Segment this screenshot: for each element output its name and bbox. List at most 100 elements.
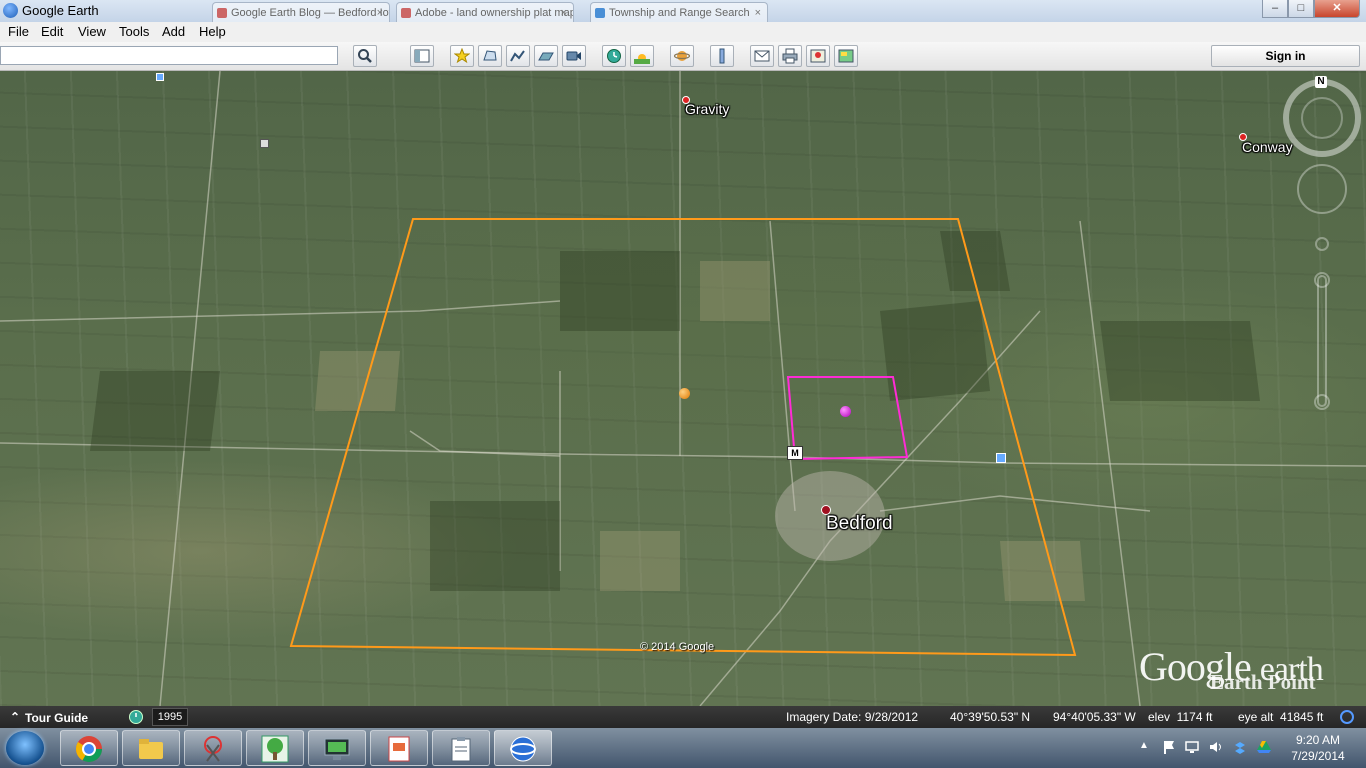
- clock-date[interactable]: 7/29/2014: [1288, 749, 1348, 763]
- background-browser-tab[interactable]: Township and Range Search ×: [590, 2, 768, 22]
- tab-close-icon[interactable]: ×: [755, 3, 761, 22]
- placemark-icon: [454, 48, 470, 64]
- elevation-readout: elev 1174 ft: [1148, 710, 1213, 724]
- save-image-button[interactable]: [834, 45, 858, 67]
- taskbar-app-notes[interactable]: [432, 730, 490, 766]
- background-browser-tab[interactable]: Google Earth Blog — Bedford Iowa ×: [212, 2, 390, 22]
- historical-imagery-button[interactable]: [602, 45, 626, 67]
- sun-icon: [634, 54, 650, 64]
- compass-north-icon[interactable]: N: [1315, 76, 1327, 88]
- search-input[interactable]: [0, 46, 338, 65]
- place-pin-icon[interactable]: [821, 505, 831, 515]
- copyright-text: © 2014 Google: [640, 641, 715, 653]
- show-hidden-icons-icon[interactable]: ▲: [1139, 740, 1149, 751]
- museum-icon[interactable]: M: [787, 446, 803, 460]
- chrome-icon: [75, 736, 103, 763]
- status-bar: ⌃ Tour Guide 1995 Imagery Date: 9/28/201…: [0, 706, 1366, 728]
- menu-add[interactable]: Add: [162, 24, 185, 39]
- place-label-gravity[interactable]: Gravity: [685, 101, 729, 117]
- taskbar-app-snipping-tool[interactable]: [184, 730, 242, 766]
- taskbar-app-media-manager[interactable]: [308, 730, 366, 766]
- place-pin-icon[interactable]: [1239, 133, 1247, 141]
- add-placemark-button[interactable]: [450, 45, 474, 67]
- sunlight-button[interactable]: [630, 45, 654, 67]
- move-joystick[interactable]: [1297, 164, 1347, 214]
- scissors-icon: [204, 736, 222, 762]
- sign-in-button[interactable]: Sign in: [1211, 45, 1360, 67]
- sidebar-toggle-button[interactable]: [410, 45, 434, 67]
- earth-3d-view[interactable]: Gravity Conway Bedford M N © 2014 Google…: [0, 71, 1366, 706]
- save-image-icon: [838, 49, 854, 63]
- add-polygon-button[interactable]: [478, 45, 502, 67]
- action-center-flag-icon[interactable]: [1162, 740, 1176, 754]
- streaming-indicator-icon: [1340, 710, 1354, 724]
- maps-icon: [810, 49, 826, 63]
- navigation-controls[interactable]: [1282, 76, 1362, 421]
- year-badge[interactable]: 1995: [152, 708, 188, 726]
- start-button[interactable]: [6, 731, 44, 765]
- planet-icon: [674, 51, 690, 61]
- envelope-icon: [754, 50, 770, 62]
- email-button[interactable]: [750, 45, 774, 67]
- longitude-readout: 94°40'05.33" W: [1053, 710, 1136, 724]
- image-overlay-icon: [538, 52, 554, 61]
- globe-icon: [510, 736, 536, 762]
- menu-edit[interactable]: Edit: [41, 24, 63, 39]
- compass-ring[interactable]: [1283, 79, 1361, 157]
- poi-icon[interactable]: [260, 139, 269, 148]
- menu-file[interactable]: File: [8, 24, 29, 39]
- print-button[interactable]: [778, 45, 802, 67]
- dropbox-icon[interactable]: [1233, 740, 1247, 754]
- add-image-overlay-button[interactable]: [534, 45, 558, 67]
- menu-view[interactable]: View: [78, 24, 106, 39]
- place-label-bedford[interactable]: Bedford: [826, 513, 893, 535]
- orange-placemark-icon[interactable]: [679, 388, 690, 399]
- minimize-button[interactable]: –: [1262, 0, 1288, 18]
- record-tour-icon: [566, 51, 581, 61]
- menu-help[interactable]: Help: [199, 24, 226, 39]
- network-icon[interactable]: [1185, 740, 1199, 754]
- poi-icon[interactable]: [996, 453, 1006, 463]
- street-view-pegman-icon[interactable]: [1315, 237, 1329, 251]
- view-in-maps-button[interactable]: [806, 45, 830, 67]
- tab-favicon-icon: [217, 8, 227, 18]
- taskbar-app-google-earth[interactable]: [494, 730, 552, 766]
- tab-favicon-icon: [401, 8, 411, 18]
- path-icon: [510, 50, 525, 62]
- historical-clock-icon[interactable]: [128, 709, 144, 725]
- monitor-icon: [324, 738, 350, 760]
- magnifier-icon: [358, 49, 372, 63]
- taskbar-app-explorer[interactable]: [122, 730, 180, 766]
- search-button[interactable]: [353, 45, 377, 67]
- taskbar-app-chrome[interactable]: [60, 730, 118, 766]
- ruler-button[interactable]: [710, 45, 734, 67]
- poi-icon[interactable]: [156, 73, 164, 81]
- record-tour-button[interactable]: [562, 45, 586, 67]
- planets-button[interactable]: [670, 45, 694, 67]
- menu-bar: File Edit View Tools Add Help: [0, 22, 1366, 42]
- close-button[interactable]: ✕: [1314, 0, 1360, 18]
- google-drive-icon[interactable]: [1257, 740, 1271, 754]
- magenta-placemark-icon[interactable]: [840, 406, 851, 417]
- clipboard-icon: [451, 737, 471, 762]
- taskbar-app-powerpoint[interactable]: [370, 730, 428, 766]
- place-pin-icon[interactable]: [682, 96, 690, 104]
- tour-guide-button[interactable]: ⌃ Tour Guide: [0, 706, 120, 728]
- tab-close-icon[interactable]: ×: [561, 3, 567, 22]
- latitude-readout: 40°39'50.53" N: [950, 710, 1031, 724]
- maximize-button[interactable]: □: [1288, 0, 1314, 18]
- menu-tools[interactable]: Tools: [119, 24, 149, 39]
- background-browser-tab[interactable]: Adobe - land ownership plat maps ×: [396, 2, 574, 22]
- tab-close-icon[interactable]: ×: [377, 3, 383, 22]
- add-path-button[interactable]: [506, 45, 530, 67]
- google-earth-app-icon: [3, 3, 18, 18]
- polygon-icon: [483, 50, 497, 61]
- printer-icon: [782, 48, 798, 64]
- zoom-slider[interactable]: [1317, 275, 1327, 407]
- clock-time[interactable]: 9:20 AM: [1288, 733, 1348, 747]
- look-joystick[interactable]: [1301, 97, 1343, 139]
- window-title: Google Earth: [22, 3, 99, 18]
- volume-icon[interactable]: [1209, 740, 1223, 754]
- taskbar-app-family-tree[interactable]: [246, 730, 304, 766]
- toolbar: Sign in: [0, 42, 1366, 71]
